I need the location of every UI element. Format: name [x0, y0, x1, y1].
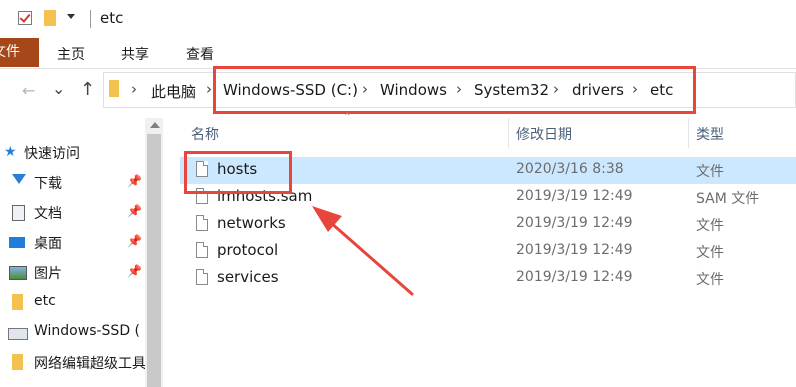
annotation-arrow-icon — [312, 206, 414, 296]
